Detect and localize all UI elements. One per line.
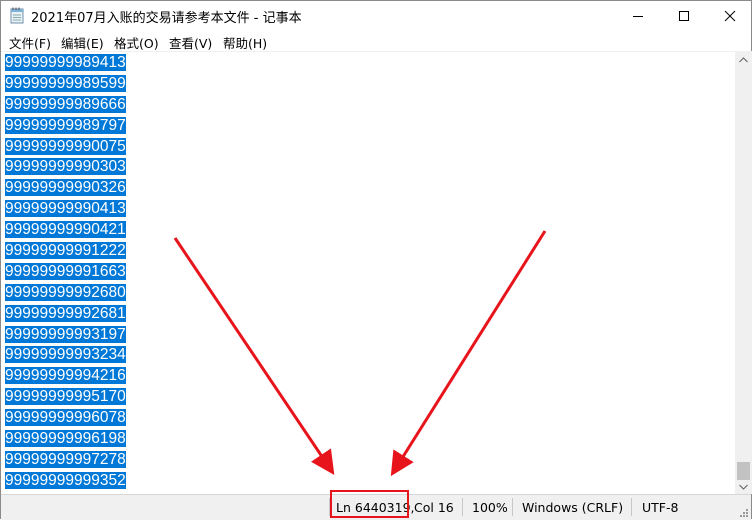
text-line: 99999999990421 [5,220,126,241]
selected-text: 99999999999352 [5,471,126,489]
text-line: 99999999995170 [5,387,126,408]
window-title: 2021年07月入账的交易请参考本文件 - 记事本 [31,11,302,26]
vertical-scrollbar[interactable] [735,51,752,494]
menu-edit[interactable]: 编辑(E) [61,33,104,52]
text-line: 99999999990303 [5,157,126,178]
close-button[interactable] [707,1,753,31]
text-line: 99999999991663 [5,262,126,283]
text-line: 99999999993197 [5,325,126,346]
close-icon [724,10,736,22]
selected-text: 99999999997278 [5,450,126,468]
minimize-icon [633,16,643,17]
scroll-down-icon[interactable] [739,484,748,490]
text-line: 99999999989599 [5,74,126,95]
menu-help[interactable]: 帮助(H) [223,33,267,52]
text-line: 99999999990075 [5,137,126,158]
selected-text: 99999999989413 [5,54,126,71]
status-separator [631,498,632,516]
scrollbar-thumb[interactable] [737,462,750,480]
text-line: 99999999990413 [5,199,126,220]
selected-text: 99999999990326 [5,179,126,197]
selected-text: 99999999990303 [5,158,126,176]
text-line: 99999999989413 [5,53,126,74]
annotation-highlight-box [330,490,409,518]
text-line: 99999999996078 [5,408,126,429]
status-separator [462,498,463,516]
selected-text: 99999999989666 [5,95,126,113]
status-line-ending: Windows (CRLF) [522,500,624,515]
selected-text: 99999999992681 [5,304,126,322]
text-line: 99999999990326 [5,178,126,199]
notepad-icon [10,7,24,24]
text-line: 99999999989797 [5,116,126,137]
selected-text: 99999999990413 [5,200,126,218]
selected-text: 99999999996198 [5,430,126,448]
text-editor[interactable]: 99999999989413 99999999989599 999999999896… [1,51,735,495]
menu-format[interactable]: 格式(O) [114,33,159,52]
scroll-up-icon[interactable] [739,57,748,63]
text-line: 99999999994216 [5,366,126,387]
status-separator [512,498,513,516]
selected-text: 99999999995170 [5,388,126,406]
text-line: 99999999991222 [5,241,126,262]
selected-text: 99999999993197 [5,325,126,343]
selected-text: 99999999989797 [5,116,126,134]
title-bar[interactable]: 2021年07月入账的交易请参考本文件 - 记事本 [1,1,751,31]
minimize-button[interactable] [615,1,661,31]
status-column: Col 16 [414,500,454,515]
menu-view[interactable]: 查看(V) [169,33,212,52]
selected-text: 99999999992680 [5,283,126,301]
text-line: 99999999997278 [5,450,126,471]
selected-text: 99999999990421 [5,221,126,239]
maximize-icon [679,11,689,21]
selected-text: 99999999989599 [5,74,126,92]
status-zoom: 100% [472,500,508,515]
notepad-window: 2021年07月入账的交易请参考本文件 - 记事本 文件(F) 编辑(E) 格式… [0,0,752,520]
status-encoding: UTF-8 [642,500,679,515]
selected-text: 99999999996078 [5,409,126,427]
selected-text: 99999999991222 [5,242,126,260]
text-line: 99999999996198 [5,429,126,450]
selected-text: 99999999990075 [5,137,126,155]
selected-text: 99999999994216 [5,367,126,385]
text-line: 99999999999352 [5,471,126,492]
text-line: 99999999992680 [5,283,126,304]
text-line: 99999999993234 [5,345,126,366]
selected-text: 99999999993234 [5,346,126,364]
maximize-button[interactable] [661,1,707,31]
resize-grip-icon[interactable] [739,508,749,518]
menu-bar: 文件(F) 编辑(E) 格式(O) 查看(V) 帮助(H) [1,31,751,51]
text-lines: 99999999989413 99999999989599 999999999896… [5,53,126,492]
menu-file[interactable]: 文件(F) [9,33,51,52]
text-line: 99999999989666 [5,95,126,116]
selected-text: 99999999991663 [5,262,126,280]
text-line: 99999999992681 [5,304,126,325]
